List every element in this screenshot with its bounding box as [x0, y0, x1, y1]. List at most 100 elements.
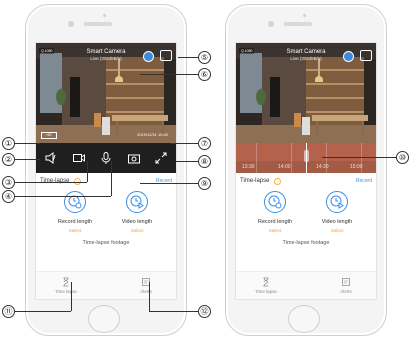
record-link[interactable]: Record — [356, 178, 372, 184]
timelapse-footage-link[interactable]: Time-lapse footage — [36, 240, 176, 246]
callout-2: ② — [2, 153, 15, 166]
alert-box-icon — [342, 278, 350, 286]
camera-status: Live (3024kB/s) — [290, 56, 322, 61]
timelapse-footage-link[interactable]: Time-lapse footage — [236, 240, 376, 246]
home-button[interactable] — [288, 305, 320, 333]
speaker-icon[interactable] — [44, 151, 58, 165]
video-table — [112, 115, 168, 121]
camera-name: Smart Camera — [86, 49, 126, 55]
clock-record-icon — [264, 191, 286, 213]
leader-line-4 — [15, 196, 111, 197]
clock-record-icon — [64, 191, 86, 213]
video-chair — [302, 117, 310, 135]
phone-frame-right: Q.1080 Smart Camera Live (3024kB/s) 13:3… — [225, 4, 387, 336]
tab-time-lapse[interactable]: Time lapse — [46, 277, 86, 294]
leader-line-7 — [170, 143, 198, 144]
shelf-row — [306, 97, 364, 99]
leader-line-12v — [149, 282, 150, 311]
tab-alerts[interactable]: Alerts — [126, 277, 166, 294]
phone-sensor — [103, 14, 106, 17]
leader-line-1 — [15, 143, 40, 144]
control-bar — [36, 143, 176, 173]
leader-line-6 — [140, 74, 198, 75]
record-length-select[interactable]: Select — [244, 228, 306, 233]
app-screen-right: Q.1080 Smart Camera Live (3024kB/s) 13:3… — [235, 42, 377, 300]
playback-timeline[interactable]: 13:30 14:00 14:30 15:00 — [236, 143, 376, 173]
table-leg — [316, 121, 318, 135]
video-record-icon[interactable] — [72, 151, 86, 165]
video-lamp-cord — [318, 59, 320, 77]
live-timestamp: 2019/12/11 10:42 — [137, 132, 168, 137]
quality-toggle[interactable]: HD — [41, 132, 57, 139]
shelf-row — [106, 83, 164, 85]
callout-12: ⑫ — [198, 305, 211, 318]
record-length-label: Record length — [257, 219, 293, 225]
tab-alerts[interactable]: Alerts — [326, 277, 366, 294]
callout-1: ① — [2, 137, 15, 150]
leader-line-8 — [176, 161, 198, 162]
record-length-select[interactable]: Select — [44, 228, 106, 233]
home-button[interactable] — [88, 305, 120, 333]
shelf-row — [106, 69, 164, 71]
table-leg — [362, 121, 364, 135]
phone-frame-left: Q.1080 Smart Camera Live (3024kB/s) HD 2… — [25, 4, 187, 336]
tab-time-lapse[interactable]: Time lapse — [246, 277, 286, 294]
leader-line-12 — [149, 311, 198, 312]
shelf-row — [106, 111, 164, 113]
leader-line-3v — [87, 161, 88, 182]
video-lamp-cord — [118, 59, 120, 77]
record-length-label: Record length — [57, 219, 93, 225]
hourglass-icon — [263, 277, 269, 287]
video-door — [270, 77, 280, 117]
shelf-row — [306, 83, 364, 85]
live-video-feed[interactable]: Q.1080 Smart Camera Live (3024kB/s) HD 2… — [36, 43, 176, 143]
shelf-row — [306, 69, 364, 71]
phone-sensor — [303, 14, 306, 17]
video-length-select[interactable]: Select — [306, 228, 368, 233]
help-icon[interactable]: ? — [274, 178, 281, 185]
front-camera — [68, 21, 74, 27]
sd-card-icon[interactable] — [343, 51, 354, 62]
expand-icon[interactable] — [154, 151, 168, 165]
leader-line-9 — [140, 183, 198, 184]
table-leg — [116, 121, 118, 135]
tab-time-lapse-label: Time lapse — [255, 289, 277, 294]
timelapse-title: Time-lapse — [40, 178, 70, 184]
timelapse-title: Time-lapse — [240, 178, 270, 184]
playback-video-feed[interactable]: Q.1080 Smart Camera Live (3024kB/s) — [236, 43, 376, 143]
callout-5: ⑤ — [198, 51, 211, 64]
shelf-row — [106, 97, 164, 99]
timeline-tick-row: 13:30 14:00 14:30 15:00 — [236, 164, 376, 172]
tab-time-lapse-label: Time lapse — [55, 289, 77, 294]
timeline-tick: 13:30 — [242, 164, 255, 170]
leader-line-3 — [15, 182, 87, 183]
leader-line-11v — [71, 282, 72, 311]
video-stool — [94, 113, 101, 127]
video-chair — [102, 117, 110, 135]
timeline-tick: 15:00 — [350, 164, 363, 170]
video-length-label: Video length — [121, 219, 153, 225]
video-length-select[interactable]: Select — [106, 228, 168, 233]
phone-speaker — [84, 22, 112, 26]
timelapse-panel: Time-lapse ? Record Record length Select… — [236, 176, 376, 299]
callout-7: ⑦ — [198, 137, 211, 150]
leader-line-11 — [15, 311, 71, 312]
camera-status: Live (3024kB/s) — [90, 56, 122, 61]
settings-icon[interactable] — [360, 50, 372, 61]
clock-video-icon — [126, 191, 148, 213]
video-plant — [56, 89, 66, 105]
settings-icon[interactable] — [160, 50, 172, 61]
leader-line-5 — [178, 57, 198, 58]
shelf-row — [306, 111, 364, 113]
tab-alerts-label: Alerts — [340, 289, 352, 294]
callout-9: ⑨ — [198, 177, 211, 190]
timeline-tick: 14:30 — [316, 164, 329, 170]
video-lamp-shade — [315, 76, 323, 82]
app-screen-left: Q.1080 Smart Camera Live (3024kB/s) HD 2… — [35, 42, 177, 300]
sd-card-icon[interactable] — [143, 51, 154, 62]
bottom-tab-bar: Time lapse Alerts — [236, 271, 376, 299]
camera-snapshot-icon[interactable] — [127, 151, 141, 165]
callout-4: ④ — [2, 190, 15, 203]
callout-11: ⑪ — [2, 305, 15, 318]
phone-speaker — [284, 22, 312, 26]
